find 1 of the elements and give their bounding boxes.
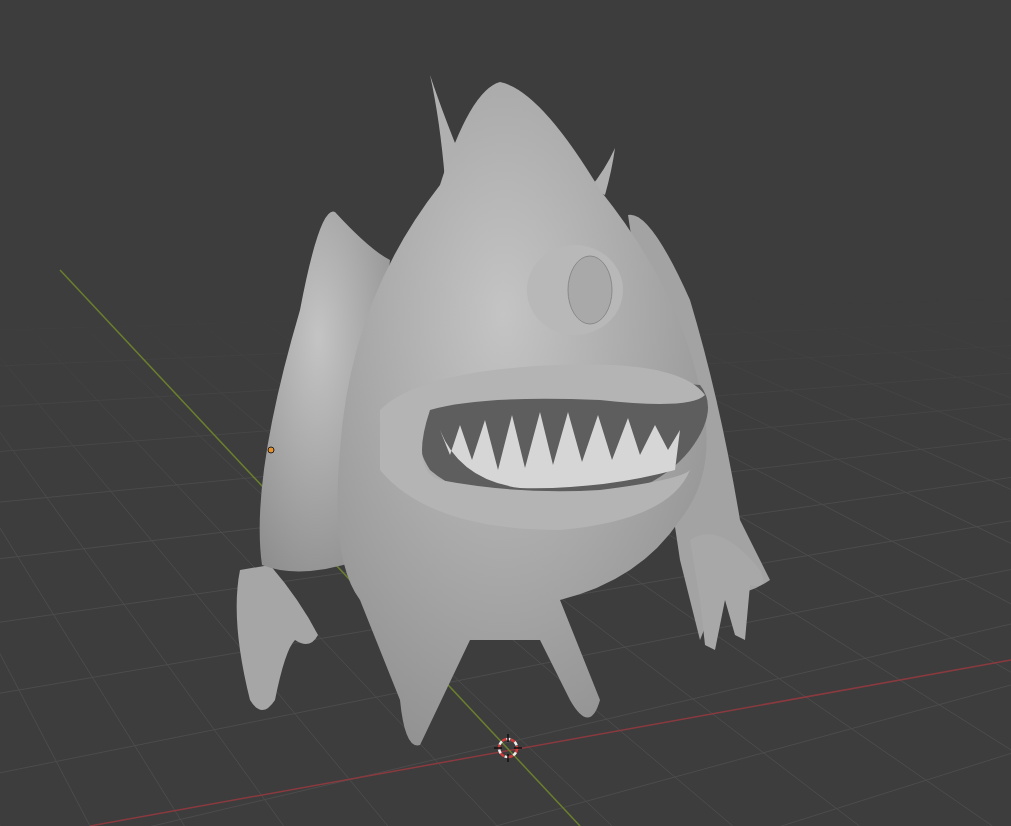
3d-cursor-icon[interactable] — [493, 733, 523, 763]
